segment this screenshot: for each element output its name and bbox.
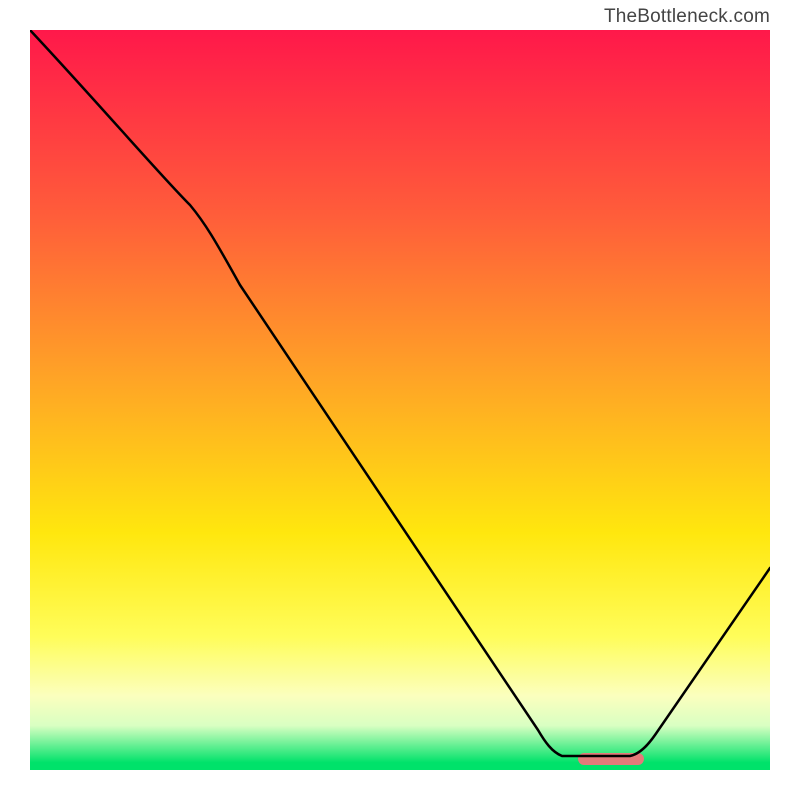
plot-area [30,30,770,770]
chart-container: TheBottleneck.com [0,0,800,800]
bottleneck-curve [30,30,770,770]
attribution-text: TheBottleneck.com [604,6,770,28]
